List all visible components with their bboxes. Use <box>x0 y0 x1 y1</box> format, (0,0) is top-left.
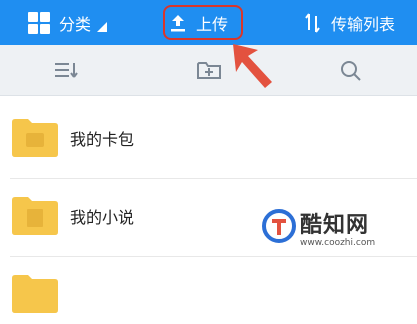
transfer-arrows-icon <box>305 12 320 33</box>
add-folder-icon[interactable] <box>196 58 222 82</box>
upload-highlight-box <box>163 5 243 40</box>
file-name: 我的卡包 <box>70 130 135 149</box>
watermark-url: www.coozhi.com <box>300 238 376 248</box>
file-name: 我的小说 <box>70 208 135 227</box>
pointer-arrow-icon <box>233 44 272 88</box>
divider <box>10 178 417 179</box>
transfer-list-button[interactable]: 传输列表 <box>305 0 395 45</box>
folder-icon <box>12 275 58 313</box>
top-bar: 分类 上传 传输列表 <box>0 0 417 45</box>
folder-icon <box>12 197 58 235</box>
sort-list-icon[interactable] <box>54 58 80 82</box>
watermark-title: 酷知网 <box>300 213 370 238</box>
search-icon[interactable] <box>338 58 364 82</box>
dropdown-triangle-icon <box>97 21 108 32</box>
coozhi-logo-icon <box>262 209 296 243</box>
category-button[interactable]: 分类 <box>28 0 108 45</box>
toolbar <box>0 45 417 96</box>
grid-icon <box>28 11 50 34</box>
list-item[interactable] <box>0 262 417 324</box>
transfer-list-label: 传输列表 <box>331 14 396 34</box>
watermark: 酷知网 www.coozhi.com <box>262 207 412 257</box>
category-label: 分类 <box>59 14 92 34</box>
folder-icon <box>12 119 58 157</box>
list-item[interactable]: 我的卡包 <box>0 106 417 168</box>
